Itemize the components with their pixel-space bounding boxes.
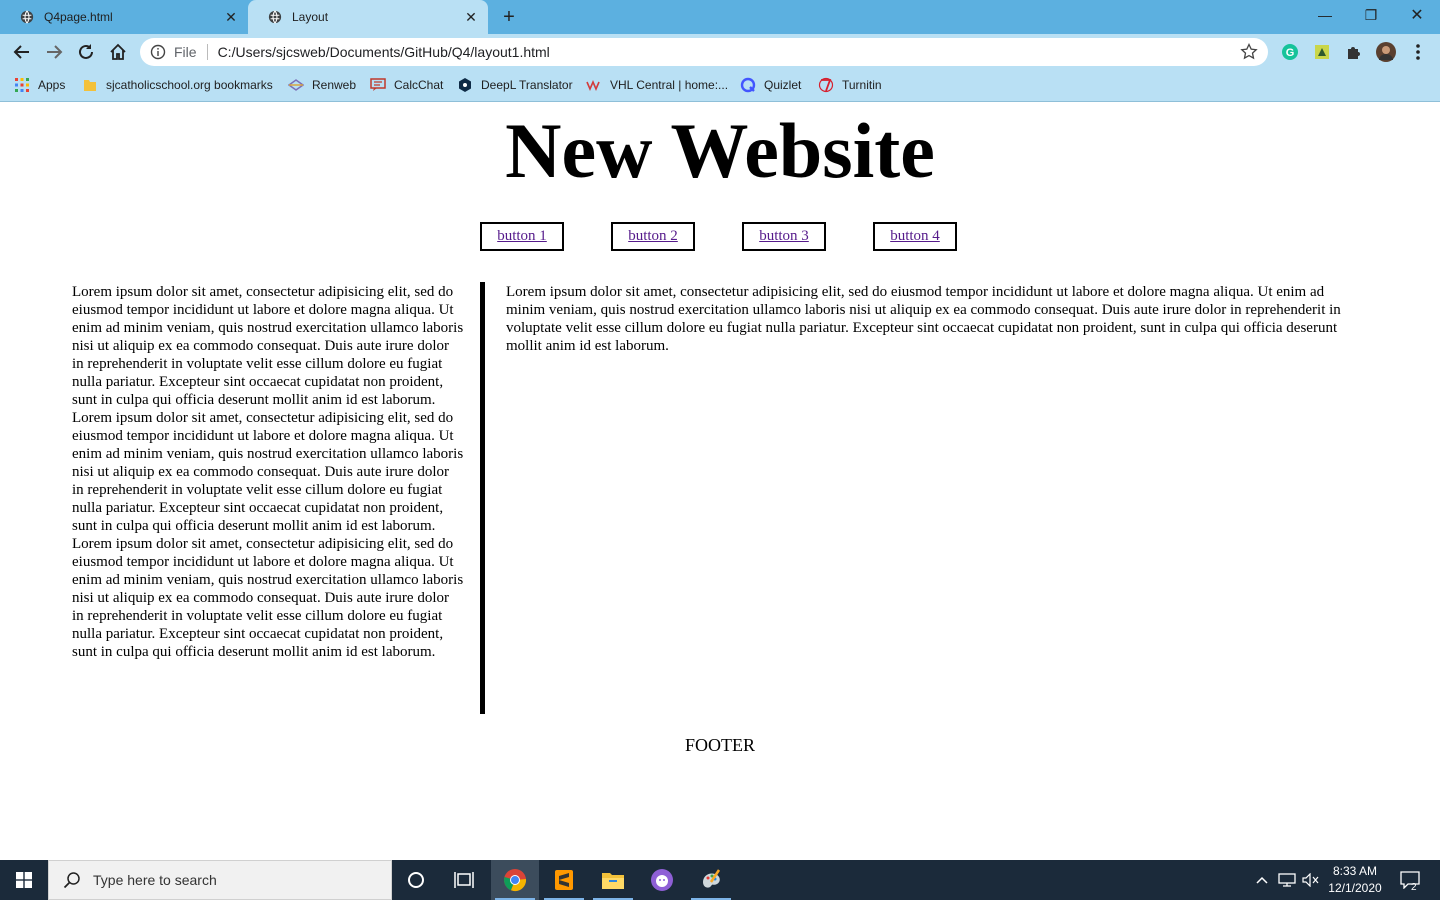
quizlet-icon — [740, 77, 756, 93]
window-close-icon[interactable]: ✕ — [1394, 0, 1440, 30]
globe-icon — [20, 10, 34, 24]
tab-strip: Q4page.html ✕ Layout ✕ + — ❐ ✕ — [0, 0, 1440, 34]
restore-icon[interactable]: ❐ — [1348, 0, 1394, 30]
home-icon[interactable] — [104, 38, 132, 66]
left-paragraph: Lorem ipsum dolor sit amet, consectetur … — [72, 410, 464, 534]
minimize-icon[interactable]: — — [1302, 0, 1348, 30]
column-divider — [480, 282, 485, 714]
calcchat-icon — [370, 77, 386, 93]
bookmark-label: Renweb — [312, 78, 357, 92]
tab-q4page[interactable]: Q4page.html ✕ — [0, 0, 248, 34]
github-desktop-icon[interactable] — [638, 860, 686, 900]
web-page: New Website button 1 button 2 button 3 b… — [0, 102, 1440, 860]
bookmark-calcchat[interactable]: CalcChat — [370, 70, 443, 100]
reload-icon[interactable] — [72, 38, 100, 66]
info-icon[interactable] — [150, 44, 166, 60]
left-paragraph: Lorem ipsum dolor sit amet, consectetur … — [72, 536, 464, 660]
bookmark-renweb[interactable]: Renweb — [288, 70, 356, 100]
svg-text:G: G — [1286, 47, 1295, 59]
tab-label: Layout — [292, 10, 329, 24]
clock-time: 8:33 AM — [1332, 864, 1378, 878]
nav-button-3[interactable]: button 3 — [742, 222, 826, 251]
tab-label: Q4page.html — [44, 10, 113, 24]
bookmark-label: Apps — [38, 78, 66, 92]
button-4-link[interactable]: button 4 — [890, 228, 940, 245]
page-title: New Website — [505, 107, 935, 194]
close-icon[interactable]: ✕ — [222, 8, 240, 26]
bookmark-label: sjcatholicschool.org bookmarks — [106, 78, 273, 92]
right-paragraph: Lorem ipsum dolor sit amet, consectetur … — [506, 284, 1341, 354]
star-icon[interactable] — [1240, 43, 1258, 61]
close-icon[interactable]: ✕ — [462, 8, 480, 26]
folder-icon — [82, 77, 98, 93]
task-view-icon[interactable] — [440, 860, 488, 900]
puzzle-icon[interactable] — [1344, 42, 1364, 62]
taskbar-search-input[interactable]: Type here to search — [48, 860, 392, 900]
windows-start-icon[interactable] — [0, 860, 48, 900]
turnitin-icon — [818, 77, 834, 93]
sublime-text-icon[interactable] — [540, 860, 588, 900]
bookmark-deepl[interactable]: DeepL Translator — [457, 70, 573, 100]
search-placeholder: Type here to search — [93, 872, 217, 888]
cortana-icon[interactable] — [392, 860, 440, 900]
nav-button-4[interactable]: button 4 — [873, 222, 957, 251]
bookmark-vhl-central[interactable]: VHL Central | home:... — [586, 70, 728, 100]
bookmark-label: VHL Central | home:... — [610, 78, 729, 92]
tab-layout[interactable]: Layout ✕ — [248, 0, 488, 34]
button-1-link[interactable]: button 1 — [497, 228, 547, 245]
globe-icon — [268, 10, 282, 24]
file-scheme-label: File — [174, 44, 197, 60]
url-text[interactable]: C:/Users/sjcsweb/Documents/GitHub/Q4/lay… — [218, 44, 550, 60]
right-column: Lorem ipsum dolor sit amet, consectetur … — [506, 283, 1356, 355]
button-3-link[interactable]: button 3 — [759, 228, 809, 245]
clock-date: 12/1/2020 — [1328, 881, 1382, 895]
page-footer: FOOTER — [684, 735, 755, 755]
bookmark-label: Quizlet — [764, 78, 802, 92]
nav-button-2[interactable]: button 2 — [611, 222, 695, 251]
taskbar: Type here to search 8:33 AM 12/1/2020 2 — [0, 860, 1440, 900]
bookmark-label: Turnitin — [842, 78, 882, 92]
left-paragraph: Lorem ipsum dolor sit amet, consectetur … — [72, 284, 464, 408]
bookmark-apps[interactable]: Apps — [14, 70, 65, 100]
divider — [206, 44, 208, 60]
vhl-icon — [586, 77, 602, 93]
browser-toolbar: File C:/Users/sjcsweb/Documents/GitHub/Q… — [0, 34, 1440, 70]
grammarly-icon[interactable]: G — [1280, 42, 1300, 62]
nav-button-1[interactable]: button 1 — [480, 222, 564, 251]
bookmark-label: CalcChat — [394, 78, 444, 92]
back-icon[interactable] — [8, 38, 36, 66]
new-tab-icon[interactable]: + — [498, 6, 520, 28]
apps-grid-icon — [14, 77, 30, 93]
address-bar[interactable]: File C:/Users/sjcsweb/Documents/GitHub/Q… — [140, 38, 1268, 66]
left-column: Lorem ipsum dolor sit amet, consectetur … — [72, 283, 464, 661]
notification-center-icon[interactable]: 2 — [1392, 860, 1428, 900]
deepl-icon — [457, 77, 473, 93]
renweb-icon — [288, 77, 304, 93]
avatar[interactable] — [1376, 42, 1396, 62]
button-2-link[interactable]: button 2 — [628, 228, 678, 245]
paint-icon[interactable] — [687, 860, 735, 900]
forward-icon[interactable] — [40, 38, 68, 66]
chevron-up-icon[interactable] — [1252, 860, 1272, 900]
chrome-taskbar-icon[interactable] — [491, 860, 539, 900]
network-icon[interactable] — [1276, 860, 1298, 900]
extension-icon[interactable] — [1312, 42, 1332, 62]
bookmark-label: DeepL Translator — [481, 78, 573, 92]
bookmark-turnitin[interactable]: Turnitin — [818, 70, 882, 100]
file-explorer-icon[interactable] — [589, 860, 637, 900]
bookmark-quizlet[interactable]: Quizlet — [740, 70, 801, 100]
notification-count: 2 — [1411, 882, 1417, 893]
menu-dots-icon[interactable] — [1408, 42, 1428, 62]
search-icon — [63, 872, 80, 889]
bookmarks-bar: Apps sjcatholicschool.org bookmarks Renw… — [0, 70, 1440, 102]
taskbar-clock[interactable]: 8:33 AM 12/1/2020 — [1322, 860, 1388, 900]
volume-muted-icon[interactable] — [1300, 860, 1322, 900]
bookmark-folder-sjcatholicschool[interactable]: sjcatholicschool.org bookmarks — [82, 70, 273, 100]
